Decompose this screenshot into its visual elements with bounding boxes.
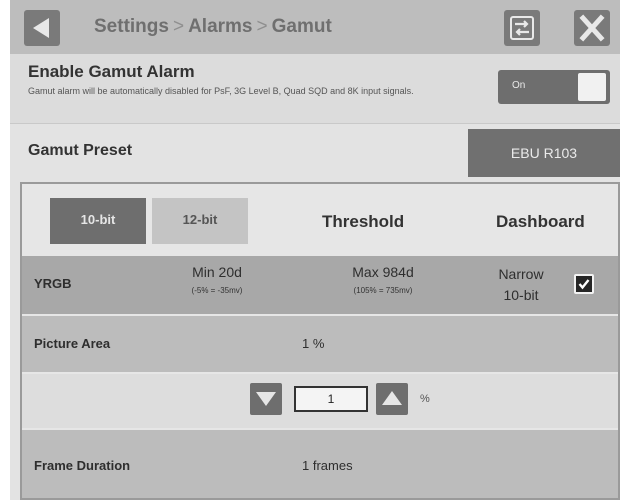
dashboard-checkbox[interactable] [574, 274, 594, 294]
breadcrumb: Settings > Alarms > Gamut [94, 16, 332, 38]
dashboard-mode-line-2: 10-bit [503, 287, 539, 303]
frame-duration-label: Frame Duration [34, 458, 131, 473]
tab-10-bit[interactable]: 10-bit [50, 198, 146, 244]
checkmark-icon [578, 279, 590, 290]
gamut-preset-row: Gamut Preset EBU R103 [10, 125, 620, 177]
picture-area-stepper-row: % [22, 374, 618, 428]
picture-area-label: Picture Area [34, 336, 111, 351]
gamut-preset-title: Gamut Preset [28, 142, 133, 159]
breadcrumb-alarms[interactable]: Alarms [188, 16, 252, 37]
chevron-up-icon [382, 391, 402, 405]
enable-gamut-alarm-description: Gamut alarm will be automatically disabl… [28, 86, 414, 96]
dashboard-mode-line-1: Narrow [498, 266, 544, 282]
frame-duration-value: 1 frames [302, 458, 353, 473]
threshold-column-header: Threshold [322, 212, 405, 231]
breadcrumb-separator: > [256, 16, 268, 37]
tab-12-bit[interactable]: 12-bit [152, 198, 248, 244]
tab-12-bit-label: 12-bit [182, 212, 218, 227]
min-threshold-value[interactable]: Min 20d [162, 264, 272, 280]
breadcrumb-gamut: Gamut [271, 16, 332, 37]
back-arrow-icon [33, 18, 49, 38]
frame-duration-row[interactable]: Frame Duration 1 frames [22, 430, 618, 498]
increment-button[interactable] [376, 383, 408, 415]
header-bar: Settings > Alarms > Gamut [10, 0, 620, 54]
tab-10-bit-label: 10-bit [80, 212, 116, 227]
enable-gamut-alarm-toggle[interactable]: On [498, 70, 610, 104]
breadcrumb-settings[interactable]: Settings [94, 16, 169, 37]
back-button[interactable] [24, 10, 60, 46]
threshold-panel: 10-bit 12-bit Threshold Dashboard YRGB M… [20, 182, 620, 500]
stepper-unit-label: % [420, 393, 430, 405]
picture-area-input[interactable] [294, 386, 368, 412]
picture-area-value: 1 % [302, 336, 325, 351]
decrement-button[interactable] [250, 383, 282, 415]
gamut-preset-button[interactable]: EBU R103 [468, 129, 620, 177]
enable-gamut-alarm-title: Enable Gamut Alarm [28, 62, 195, 81]
swap-button[interactable] [504, 10, 540, 46]
close-button[interactable] [574, 10, 610, 46]
enable-gamut-alarm-row: Enable Gamut Alarm Gamut alarm will be a… [10, 54, 620, 124]
toggle-knob [578, 73, 606, 101]
yrgb-row: YRGB Min 20d (-5% = -35mv) Max 984d (105… [22, 256, 618, 314]
chevron-down-icon [256, 392, 276, 406]
yrgb-label: YRGB [34, 276, 72, 291]
max-threshold-detail: (105% = 735mv) [353, 286, 413, 295]
gamut-settings-screen: Settings > Alarms > Gamut Enable Gamut Alarm… [10, 0, 620, 500]
dashboard-mode[interactable]: Narrow 10-bit [488, 264, 554, 306]
breadcrumb-separator: > [172, 16, 185, 37]
close-icon [579, 14, 605, 42]
gamut-preset-value: EBU R103 [510, 145, 578, 161]
picture-area-row: Picture Area 1 % [22, 316, 618, 372]
min-threshold-detail: (-5% = -35mv) [191, 286, 243, 295]
swap-arrows-icon [510, 16, 534, 40]
dashboard-column-header: Dashboard [496, 212, 585, 231]
max-threshold-value[interactable]: Max 984d [318, 264, 448, 280]
toggle-state-label: On [512, 80, 526, 91]
